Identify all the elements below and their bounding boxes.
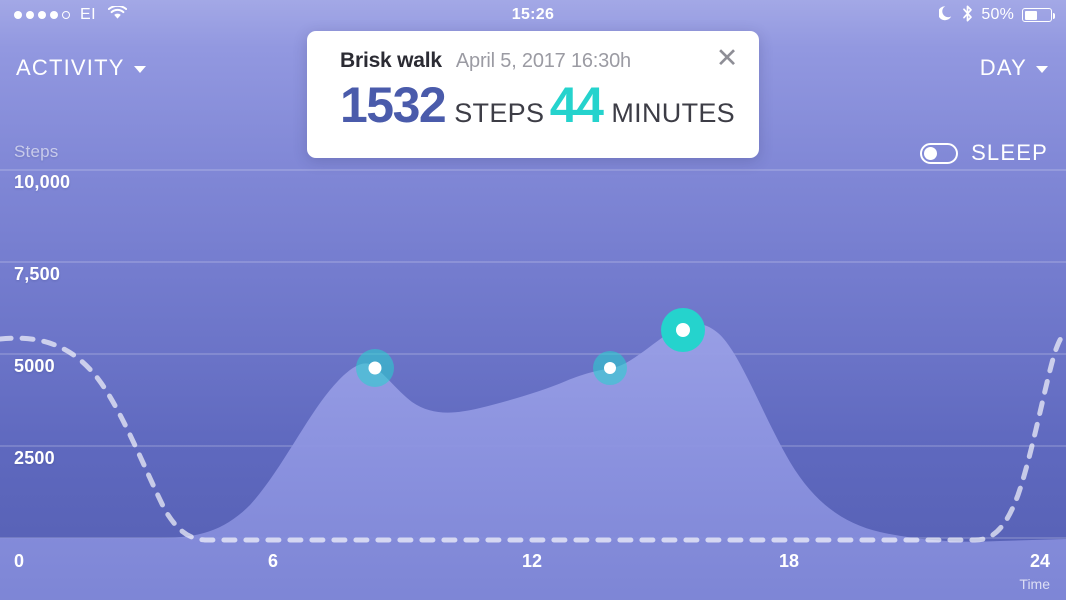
battery-icon: [1022, 8, 1055, 22]
status-bar-clock: 15:26: [511, 6, 555, 23]
sleep-toggle-row[interactable]: SLEEP: [920, 140, 1048, 166]
minutes-value: 44: [549, 77, 604, 133]
activity-app-screen: Steps 10,000 7,500 5000 2500 0 6 12 18 2…: [0, 0, 1066, 600]
moon-icon: [938, 5, 954, 25]
wifi-icon: [108, 4, 128, 24]
chevron-down-icon: [1036, 66, 1048, 73]
day-dropdown-button[interactable]: DAY: [980, 55, 1048, 81]
minutes-unit-label: MINUTES: [611, 98, 735, 128]
steps-value: 1532: [340, 77, 447, 133]
chevron-down-icon: [133, 66, 146, 73]
sleep-toggle-switch[interactable]: [920, 142, 959, 164]
status-bar-left: EI: [14, 4, 128, 24]
close-icon[interactable]: ✕: [713, 45, 741, 73]
carrier-label: EI: [80, 6, 97, 23]
signal-dot-5: [62, 11, 70, 19]
battery-percent-label: 50%: [981, 6, 1014, 23]
marker-midday[interactable]: [593, 351, 627, 385]
sleep-toggle-knob: [924, 146, 938, 160]
card-header: Brisk walk April 5, 2017 16:30h ✕: [340, 45, 738, 73]
signal-dot-1: [14, 11, 22, 19]
status-bar: EI 15:26 50%: [0, 0, 1066, 30]
signal-strength-icon: [14, 11, 70, 19]
bluetooth-icon: [962, 5, 973, 26]
day-dropdown-label: DAY: [979, 55, 1027, 80]
activity-detail-card: Brisk walk April 5, 2017 16:30h ✕ 1532 S…: [307, 31, 759, 158]
activity-dropdown-button[interactable]: ACTIVITY: [16, 55, 146, 81]
marker-morning[interactable]: [356, 349, 394, 387]
activity-dropdown-label: ACTIVITY: [16, 55, 125, 80]
card-title: Brisk walk: [340, 49, 442, 72]
status-bar-right: 50%: [938, 5, 1055, 26]
signal-dot-4: [50, 11, 58, 19]
signal-dot-3: [38, 11, 46, 19]
card-stats: 1532 STEPS 44 MINUTES: [340, 80, 735, 130]
battery-fill: [1024, 10, 1037, 20]
marker-selected[interactable]: [661, 308, 705, 352]
sleep-toggle-label: SLEEP: [971, 140, 1048, 165]
card-date: April 5, 2017 16:30h: [455, 50, 631, 72]
steps-unit-label: STEPS: [454, 98, 545, 128]
signal-dot-2: [26, 11, 34, 19]
